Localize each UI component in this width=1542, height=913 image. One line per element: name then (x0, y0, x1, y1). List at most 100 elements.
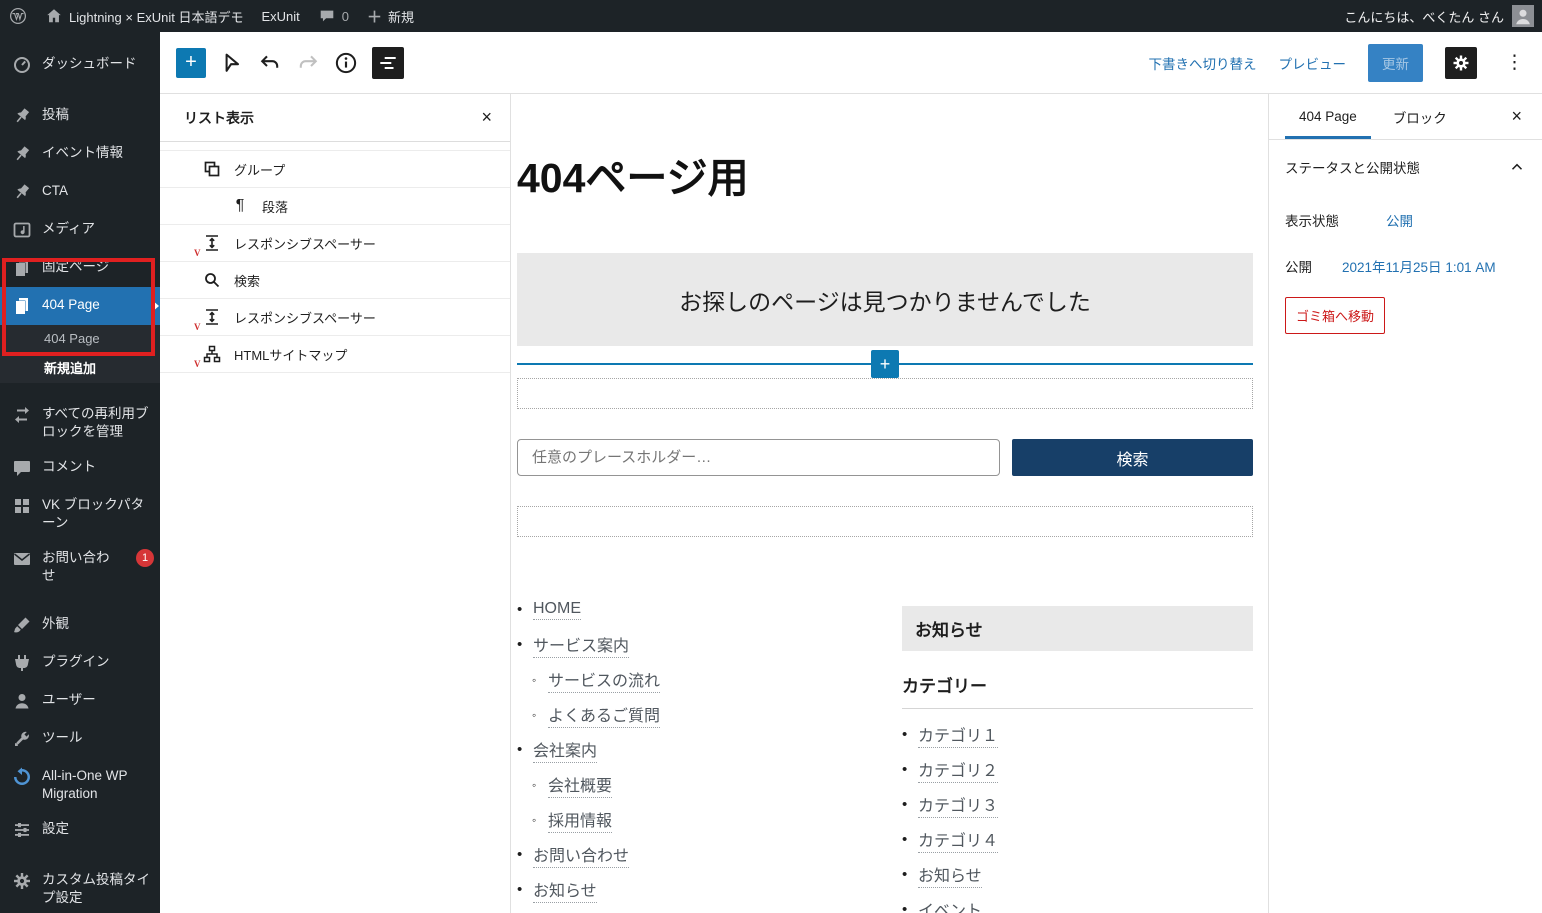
sidebar-item-ダッシュボード[interactable]: ダッシュボード (0, 46, 160, 84)
block-label: レスポンシブスペーサー (234, 308, 376, 327)
sidebar-item-固定ページ[interactable]: 固定ページ (0, 249, 160, 287)
close-icon[interactable]: × (1491, 94, 1542, 139)
select-tool-button[interactable] (220, 51, 244, 75)
sitemap-link-イベント[interactable]: イベント (918, 897, 982, 913)
comments-menu[interactable]: 0 (309, 0, 358, 32)
avatar[interactable] (1512, 5, 1534, 27)
pin-icon (12, 182, 32, 202)
sitemap-link-カテゴリ１[interactable]: カテゴリ１ (918, 722, 998, 748)
sitemap-link-お知らせ[interactable]: お知らせ (918, 862, 982, 888)
sidebar-item-設定[interactable]: 設定 (0, 811, 160, 849)
new-content-menu[interactable]: ＋ 新規 (358, 0, 423, 32)
publish-date-value[interactable]: 2021年11月25日 1:01 AM (1342, 256, 1496, 276)
sitemap-link-よくあるご質問[interactable]: よくあるご質問 (548, 702, 660, 728)
sitemap-list-item: •イベント (902, 892, 1253, 913)
details-info-button[interactable] (334, 51, 358, 75)
insert-block-button[interactable]: + (871, 350, 899, 378)
visibility-value[interactable]: 公開 (1386, 210, 1413, 230)
tab-block[interactable]: ブロック (1375, 94, 1465, 139)
user-greeting[interactable]: こんにちは、べくたん さん (1344, 7, 1504, 26)
post-title[interactable]: 404ページ用 (517, 156, 1253, 201)
spacer-block[interactable] (517, 506, 1253, 537)
update-button[interactable]: 更新 (1368, 44, 1423, 82)
sidebar-item-ユーザー[interactable]: ユーザー (0, 682, 160, 720)
sidebar-item-コメント[interactable]: コメント (0, 449, 160, 487)
sitemap-list-item: •お問い合わせ (517, 837, 885, 872)
comment-count: 0 (342, 9, 349, 24)
sidebar-item-メディア[interactable]: メディア (0, 211, 160, 249)
close-icon[interactable]: × (481, 107, 492, 128)
sidebar-item-イベント情報[interactable]: イベント情報 (0, 135, 160, 173)
undo-button[interactable] (258, 51, 282, 75)
sidebar-item-お問い合わせ[interactable]: お問い合わせ1 (0, 540, 160, 593)
sitemap-block-icon: V (202, 344, 222, 364)
search-block-icon (202, 270, 222, 290)
list-view-row-段落[interactable]: ¶段落 (160, 188, 510, 225)
redo-button[interactable] (296, 51, 320, 75)
wp-logo-menu[interactable] (0, 0, 36, 32)
list-view-row-検索[interactable]: 検索 (160, 262, 510, 299)
move-to-trash-button[interactable]: ゴミ箱へ移動 (1285, 297, 1385, 334)
sidebar-subitem-新規追加[interactable]: 新規追加 (0, 352, 160, 383)
sidebar-item-All-in-One WP Migration[interactable]: All-in-One WP Migration (0, 758, 160, 811)
sidebar-item-投稿[interactable]: 投稿 (0, 97, 160, 135)
visibility-label: 表示状態 (1285, 210, 1386, 230)
sitemap-link-HOME[interactable]: HOME (533, 600, 581, 620)
settings-gear-button[interactable] (1445, 47, 1477, 79)
sitemap-link-お問い合わせ[interactable]: お問い合わせ (533, 842, 629, 868)
sitemap-link-サービスの流れ[interactable]: サービスの流れ (548, 667, 660, 693)
sidebar-item-VK ブロックパターン[interactable]: VK ブロックパターン (0, 487, 160, 540)
list-view-row-HTMLサイトマップ[interactable]: VHTMLサイトマップ (160, 336, 510, 373)
exunit-menu[interactable]: ExUnit (253, 0, 309, 32)
sitemap-link-お知らせ[interactable]: お知らせ (533, 877, 597, 903)
migration-icon (12, 767, 32, 787)
sidebar-item-外観[interactable]: 外観 (0, 606, 160, 644)
sidebar-item-CTA[interactable]: CTA (0, 173, 160, 211)
sitemap-link-会社概要[interactable]: 会社概要 (548, 772, 612, 798)
sitemap-link-採用情報[interactable]: 採用情報 (548, 807, 612, 833)
list-view-row-レスポンシブスペーサー[interactable]: V レスポンシブスペーサー (160, 299, 510, 336)
notification-badge: 1 (136, 549, 154, 567)
sidebar-item-label: 外観 (42, 615, 69, 633)
spacer-block-icon: V (202, 307, 222, 327)
list-view-row-レスポンシブスペーサー[interactable]: Vレスポンシブスペーサー (160, 225, 510, 262)
sitemap-link-カテゴリ４[interactable]: カテゴリ４ (918, 827, 998, 853)
switch-to-draft-button[interactable]: 下書きへ切り替え (1149, 53, 1257, 73)
block-inserter-button[interactable]: + (176, 48, 206, 78)
tab-document[interactable]: 404 Page (1281, 94, 1375, 139)
plus-icon: + (185, 51, 197, 74)
list-view-row-グループ[interactable]: グループ (160, 151, 510, 188)
sitemap-list-item: •カテゴリ２ (902, 752, 1253, 787)
list-view-toggle-button[interactable] (372, 47, 404, 79)
status-panel-header[interactable]: ステータスと公開状態 (1269, 140, 1542, 194)
sidebar-item-プラグイン[interactable]: プラグイン (0, 644, 160, 682)
sidebar-item-label: ツール (42, 729, 83, 747)
sidebar-item-404 Page[interactable]: 404 Page (0, 287, 160, 325)
list-bullet: • (517, 846, 533, 863)
admin-sidebar: ダッシュボード投稿イベント情報CTAメディア固定ページ404 Page404 P… (0, 32, 160, 913)
html-sitemap-block: •HOME•サービス案内◦サービスの流れ◦よくあるご質問•会社案内◦会社概要◦採… (517, 592, 885, 907)
sitemap-list-item: •カテゴリ４ (902, 822, 1253, 857)
sitemap-list-item: •サービス案内 (517, 627, 885, 662)
sitemap-list-item: ◦採用情報 (517, 802, 885, 837)
search-input[interactable] (517, 439, 1000, 476)
site-link[interactable]: Lightning × ExUnit 日本語デモ (36, 0, 253, 32)
sitemap-link-カテゴリ２[interactable]: カテゴリ２ (918, 757, 998, 783)
options-kebab-menu[interactable]: ⋮ (1499, 51, 1530, 74)
list-bullet: ◦ (532, 673, 548, 687)
sitemap-link-サービス案内[interactable]: サービス案内 (533, 632, 629, 658)
preview-button[interactable]: プレビュー (1279, 53, 1347, 73)
sitemap-list-item: •お知らせ (517, 872, 885, 907)
sidebar-item-ツール[interactable]: ツール (0, 720, 160, 758)
sitemap-link-カテゴリ３[interactable]: カテゴリ３ (918, 792, 998, 818)
category-list: •カテゴリ１•カテゴリ２•カテゴリ３•カテゴリ４•お知らせ•イベント (902, 717, 1253, 913)
sidebar-item-カスタム投稿タイプ設定[interactable]: カスタム投稿タイプ設定 (0, 862, 160, 913)
sitemap-link-会社案内[interactable]: 会社案内 (533, 737, 597, 763)
search-button[interactable]: 検索 (1012, 439, 1253, 476)
sidebar-item-label: ダッシュボード (42, 55, 137, 73)
pin-icon (12, 144, 32, 164)
sidebar-subitem-404 Page[interactable]: 404 Page (0, 325, 160, 352)
sidebar-item-すべての再利用ブロックを管理[interactable]: すべての再利用ブロックを管理 (0, 396, 160, 449)
not-found-message-block[interactable]: お探しのページは見つかりませんでした (517, 253, 1253, 346)
spacer-block[interactable] (517, 378, 1253, 409)
